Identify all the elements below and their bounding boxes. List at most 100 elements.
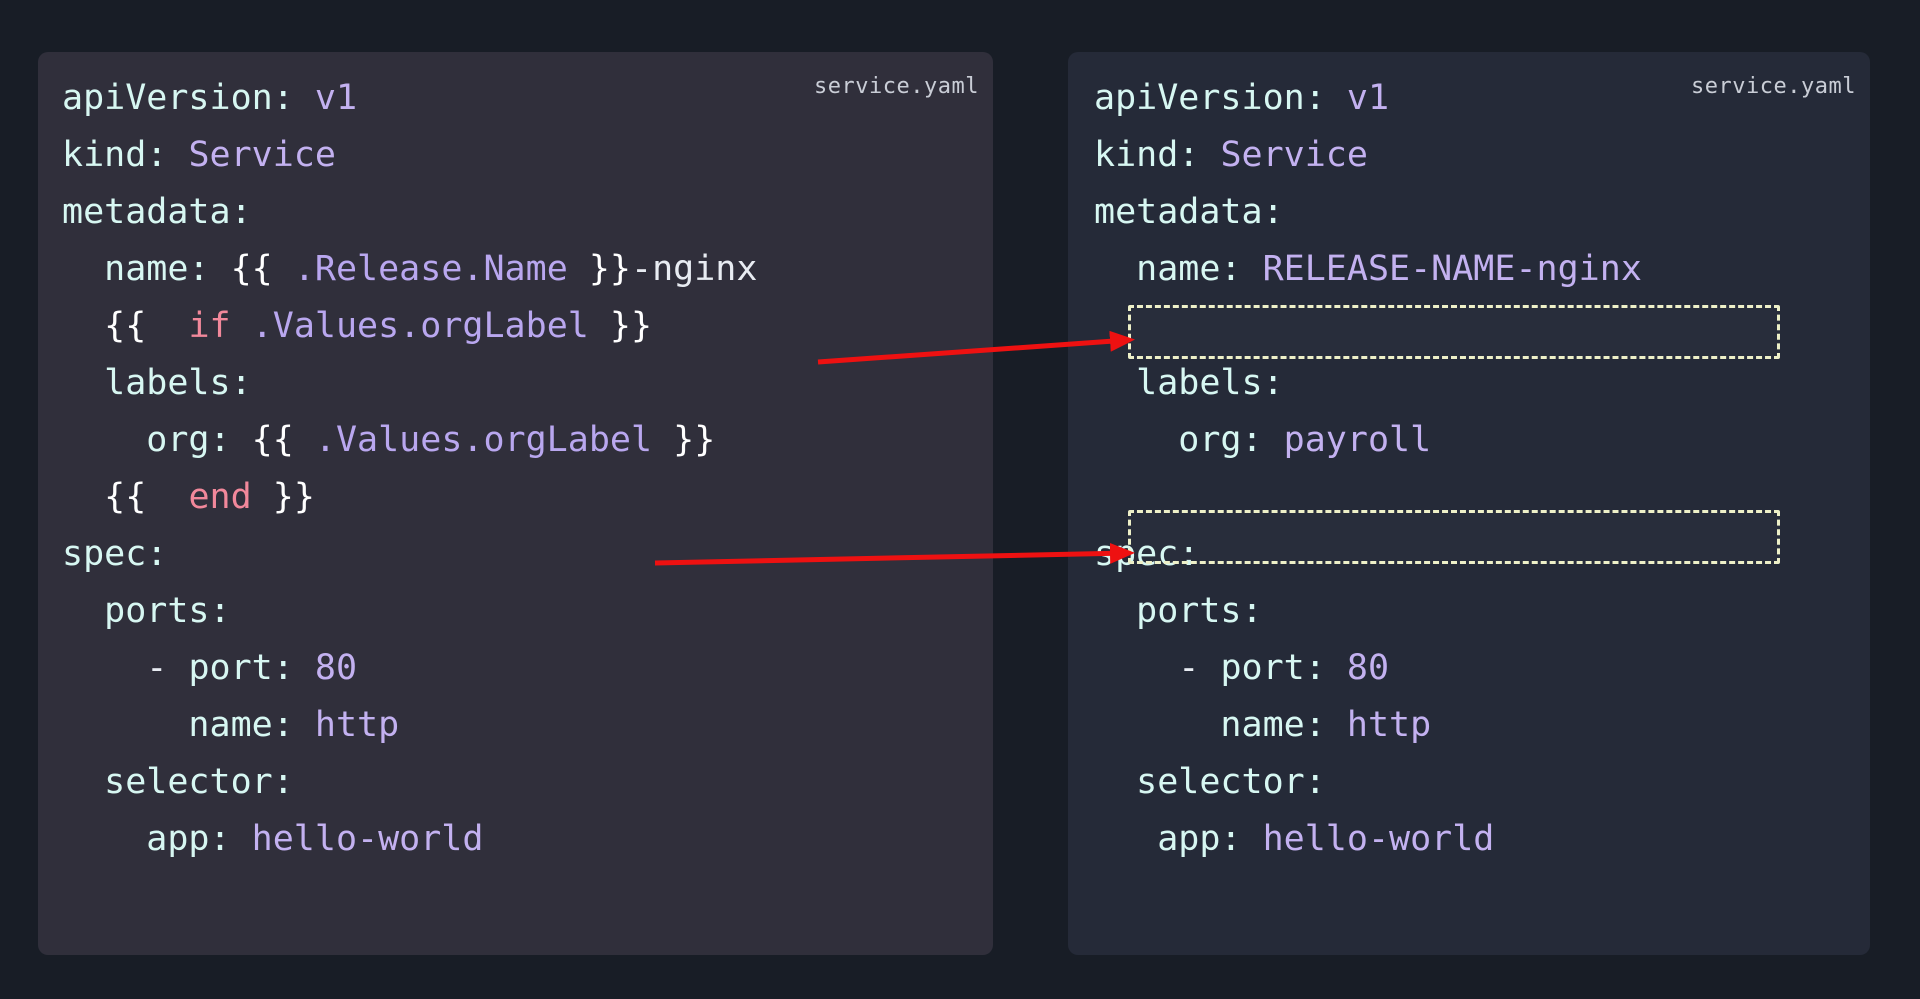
left-code-line-selector-app: app: hello-world	[62, 811, 993, 868]
right-code-line-selector-app: app: hello-world	[1094, 811, 1870, 868]
code-token: selector:	[1094, 762, 1326, 802]
code-token: name:	[1094, 705, 1326, 745]
left-code-panel: service.yaml apiVersion: v1 kind: Service…	[38, 52, 993, 955]
right-code-line-selector: selector:	[1094, 754, 1870, 811]
right-code-panel: service.yaml apiVersion: v1 kind: Service…	[1068, 52, 1870, 955]
highlight-box-removed-end-line	[1128, 510, 1780, 564]
left-code-line-port-80: - port: 80	[62, 640, 993, 697]
code-token: -	[62, 648, 189, 688]
code-token: spec:	[62, 534, 168, 574]
left-code-line-ports: ports:	[62, 583, 993, 640]
code-token: labels:	[1094, 363, 1284, 403]
code-token: ports:	[62, 591, 231, 631]
code-token: 80	[314, 648, 358, 688]
code-token: {{	[62, 477, 147, 517]
right-code-line-labels: labels:	[1094, 355, 1870, 412]
code-token: metadata:	[62, 192, 252, 232]
code-token: {{	[230, 249, 273, 289]
right-code-line-metadata: metadata:	[1094, 184, 1870, 241]
right-code-line-metadata-name: name: RELEASE-NAME-nginx	[1094, 241, 1870, 298]
left-code-line-port-name: name: http	[62, 697, 993, 754]
right-code-line-ports: ports:	[1094, 583, 1870, 640]
code-token: ports:	[1094, 591, 1263, 631]
code-token: {{	[251, 420, 294, 460]
code-token: kind:	[62, 135, 168, 175]
right-code-line-port-name: name: http	[1094, 697, 1870, 754]
code-token: apiVersion:	[62, 78, 294, 118]
code-token: .Values.orgLabel	[314, 420, 653, 460]
left-code-line-spec: spec:	[62, 526, 993, 583]
left-code-line-end: {{ end }}	[62, 469, 993, 526]
code-token: v1	[1346, 78, 1390, 118]
left-code-line-selector: selector:	[62, 754, 993, 811]
highlight-box-removed-if-line	[1128, 305, 1780, 359]
code-token: name:	[62, 249, 210, 289]
code-token: 80	[1346, 648, 1390, 688]
left-code-line-labels: labels:	[62, 355, 993, 412]
code-token: name:	[1094, 249, 1242, 289]
left-code-line-metadata-name: name: {{ .Release.Name }}-nginx	[62, 241, 993, 298]
code-token: app:	[62, 819, 231, 859]
screenshot-stage: service.yaml apiVersion: v1 kind: Service…	[0, 0, 1920, 999]
left-code-line-org: org: {{ .Values.orgLabel }}	[62, 412, 993, 469]
right-code-line-port-80: - port: 80	[1094, 640, 1870, 697]
code-token: hello-world	[251, 819, 484, 859]
code-token: payroll	[1283, 420, 1432, 460]
right-code-line-org: org: payroll	[1094, 412, 1870, 469]
code-token: selector:	[62, 762, 294, 802]
code-token: {{	[62, 306, 147, 346]
code-token: app:	[1094, 819, 1242, 859]
left-code-line-kind: kind: Service	[62, 127, 993, 184]
code-token: }}	[272, 477, 315, 517]
code-token: name:	[62, 705, 294, 745]
left-code-block: apiVersion: v1 kind: Service metadata: nam…	[62, 70, 993, 868]
code-token: http	[314, 705, 400, 745]
code-token: hello-world	[1262, 819, 1495, 859]
right-code-block: apiVersion: v1 kind: Service metadata: nam…	[1094, 70, 1870, 868]
code-token: metadata:	[1094, 192, 1284, 232]
code-token: labels:	[62, 363, 252, 403]
code-token: Service	[188, 135, 336, 175]
code-token: }}	[673, 420, 716, 460]
code-token: org:	[62, 420, 231, 460]
code-token: http	[1346, 705, 1432, 745]
left-code-line-metadata: metadata:	[62, 184, 993, 241]
right-code-line-kind: kind: Service	[1094, 127, 1870, 184]
code-token: }}	[609, 306, 653, 346]
right-code-line-apiVersion: apiVersion: v1	[1094, 70, 1870, 127]
code-token: org:	[1094, 420, 1263, 460]
code-token: .Release.Name	[293, 249, 568, 289]
code-token: }}	[588, 249, 631, 289]
code-token: port:	[1220, 648, 1326, 688]
code-token: -	[1094, 648, 1221, 688]
left-code-line-if-orglabel: {{ if .Values.orgLabel }}	[62, 298, 993, 355]
code-token: end	[188, 477, 252, 517]
code-token: Service	[1220, 135, 1368, 175]
code-token: RELEASE-NAME-nginx	[1262, 249, 1642, 289]
code-token: kind:	[1094, 135, 1200, 175]
code-token: port:	[188, 648, 294, 688]
